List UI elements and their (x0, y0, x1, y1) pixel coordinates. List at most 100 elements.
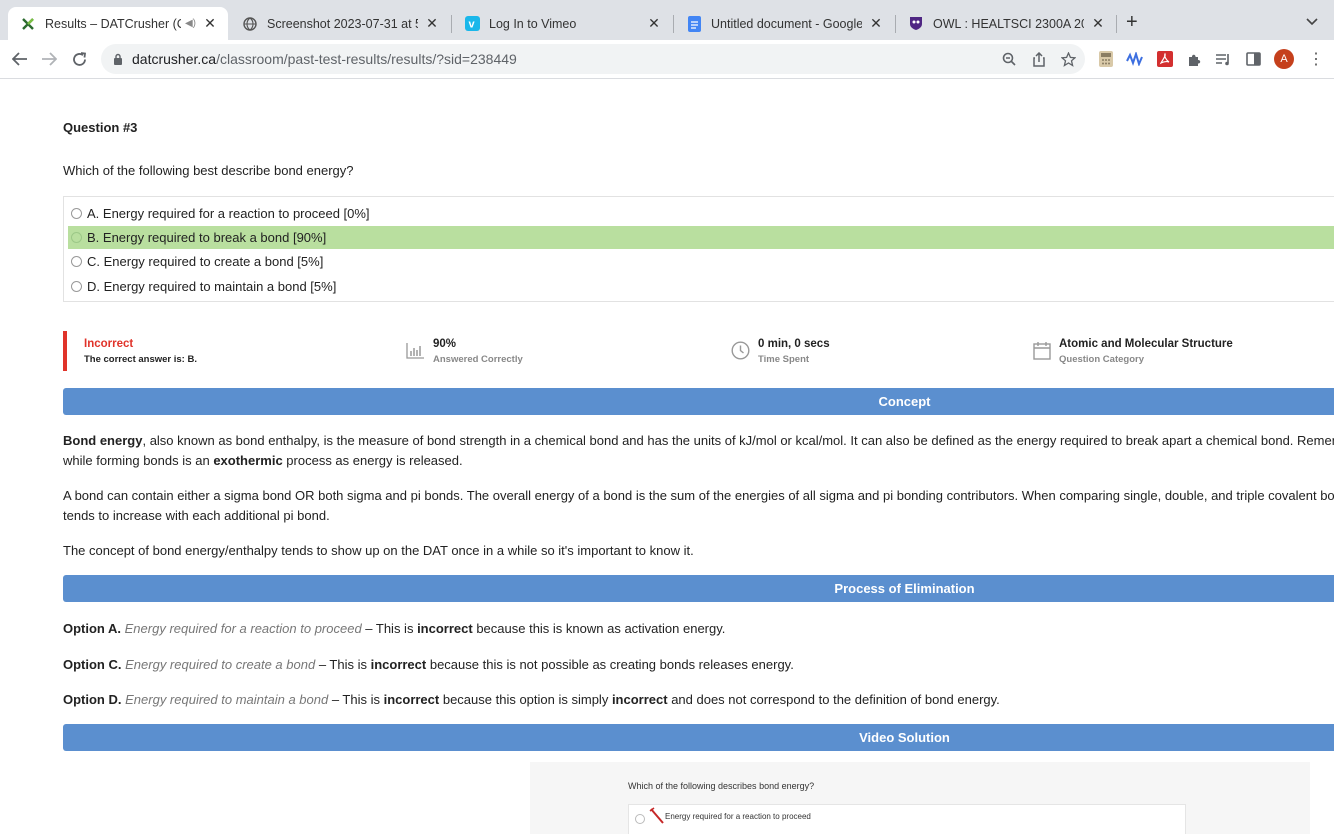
tab-title: Screenshot 2023-07-31 at 5.0 (267, 16, 418, 31)
forward-button[interactable] (39, 49, 59, 69)
option-label: Option D. (63, 692, 122, 707)
answer-label: B. Energy required to break a bond [90%] (87, 230, 327, 245)
elimination-option-c: Option C. Energy required to create a bo… (63, 655, 1334, 675)
concept-text: while forming bonds is an (63, 452, 214, 468)
tab-title: Log In to Vimeo (489, 16, 577, 31)
percent-label: Answered Correctly (433, 354, 523, 365)
radio-button[interactable] (71, 208, 82, 219)
tab-separator (1116, 15, 1117, 33)
option-text: because this option is simply (439, 692, 612, 707)
video-solution-banner: Video Solution (63, 724, 1334, 751)
video-answer-box: Energy required for a reaction to procee… (628, 804, 1186, 834)
globe-icon (242, 16, 258, 32)
clock-icon (731, 341, 750, 365)
page-content: Question #3 Which of the following best … (0, 79, 1334, 834)
close-icon[interactable]: ✕ (424, 15, 440, 32)
correct-answer-text: The correct answer is: B. (84, 354, 197, 365)
owl-icon (908, 16, 924, 32)
browser-toolbar: datcrusher.ca/classroom/past-test-result… (0, 40, 1334, 79)
concept-paragraph-2: A bond can contain either a sigma bond O… (63, 486, 1334, 525)
url-host: datcrusher.ca (132, 51, 217, 67)
category-label: Question Category (1059, 354, 1144, 365)
elimination-banner: Process of Elimination (63, 575, 1334, 602)
red-pen-mark-icon (649, 807, 665, 832)
radio-button[interactable] (71, 256, 82, 267)
answer-option-b[interactable]: B. Energy required to break a bond [90%] (68, 226, 1334, 249)
close-icon[interactable]: ✕ (868, 15, 884, 32)
concept-banner: Concept (63, 388, 1334, 415)
concept-text: , also known as bond enthalpy, is the me… (142, 433, 1334, 448)
elimination-heading: Process of Elimination (834, 581, 975, 596)
option-quote: Energy required for a reaction to procee… (124, 621, 362, 636)
bar-chart-icon (406, 343, 424, 364)
video-heading: Video Solution (859, 730, 950, 745)
back-button[interactable] (10, 49, 30, 69)
datcrusher-icon (20, 16, 36, 32)
option-text: – This is (361, 621, 418, 636)
answer-option-c[interactable]: C. Energy required to create a bond [5%] (68, 250, 1334, 273)
tab-title: Results – DATCrusher (Can (45, 16, 181, 31)
video-radio (635, 814, 645, 824)
concept-text: process as energy is released. (282, 452, 463, 468)
speaker-icon[interactable]: ◀) (185, 18, 196, 29)
pdf-extension-icon[interactable] (1156, 50, 1174, 68)
option-quote: Energy required to create a bond (125, 657, 316, 672)
video-player[interactable]: Which of the following describes bond en… (530, 762, 1310, 834)
chevron-down-icon[interactable] (1306, 15, 1318, 29)
result-status: Incorrect (84, 338, 134, 350)
tab-title: OWL : HEALTSCI 2300A 200 S (933, 16, 1084, 31)
option-text: – This is (315, 657, 371, 672)
radio-button[interactable] (71, 232, 82, 243)
answer-option-d[interactable]: D. Energy required to maintain a bond [5… (68, 275, 1334, 298)
puzzle-extension-icon[interactable] (1185, 50, 1203, 68)
answer-options: A. Energy required for a reaction to pro… (63, 196, 1334, 302)
profile-avatar[interactable]: A (1274, 49, 1294, 69)
side-panel-icon[interactable] (1244, 50, 1262, 68)
answer-label: D. Energy required to maintain a bond [5… (87, 279, 337, 294)
tab-owl[interactable]: OWL : HEALTSCI 2300A 200 S ✕ (896, 7, 1116, 40)
calculator-extension-icon[interactable] (1097, 50, 1115, 68)
wave-extension-icon[interactable] (1126, 50, 1144, 68)
radio-button[interactable] (71, 281, 82, 292)
exothermic-term: exothermic (213, 452, 283, 468)
elimination-option-a: Option A. Energy required for a reaction… (63, 619, 1334, 639)
reload-button[interactable] (69, 49, 89, 69)
incorrect-indicator (63, 331, 67, 371)
url-text: datcrusher.ca/classroom/past-test-result… (132, 51, 517, 67)
url-path: /classroom/past-test-results/results/?si… (216, 51, 517, 67)
incorrect-word: incorrect (417, 621, 473, 636)
close-icon[interactable]: ✕ (1090, 15, 1106, 32)
tab-strip: Results – DATCrusher (Can ◀) ✕ Screensho… (0, 0, 1334, 40)
option-text: and does not correspond to the definitio… (667, 692, 1000, 707)
option-label: Option C. (63, 657, 122, 672)
option-text: because this is known as activation ener… (472, 621, 726, 636)
concept-text: A bond can contain either a sigma bond O… (63, 488, 1334, 503)
option-quote: Energy required to maintain a bond (125, 692, 329, 707)
tab-datcrusher[interactable]: Results – DATCrusher (Can ◀) ✕ (8, 7, 228, 40)
close-icon[interactable]: ✕ (202, 15, 218, 32)
incorrect-word: incorrect (611, 692, 668, 707)
star-icon[interactable] (1059, 50, 1077, 68)
zoom-icon[interactable] (1000, 50, 1018, 68)
question-number: Question #3 (63, 120, 138, 135)
concept-heading: Concept (878, 394, 931, 409)
time-spent: 0 min, 0 secs (758, 338, 830, 350)
tab-vimeo[interactable]: v Log In to Vimeo ✕ (452, 7, 672, 40)
tab-google-docs[interactable]: Untitled document - Google Do ✕ (674, 7, 894, 40)
question-category: Atomic and Molecular Structure (1059, 338, 1233, 350)
svg-text:v: v (468, 19, 475, 31)
reading-list-icon[interactable] (1214, 50, 1232, 68)
close-icon[interactable]: ✕ (646, 15, 662, 32)
answer-label: A. Energy required for a reaction to pro… (87, 206, 370, 221)
address-bar[interactable]: datcrusher.ca/classroom/past-test-result… (101, 44, 1085, 74)
new-tab-button[interactable]: + (1126, 12, 1138, 32)
more-menu-icon[interactable]: ⋮ (1308, 49, 1324, 69)
share-icon[interactable] (1030, 50, 1048, 68)
option-label: Option A. (63, 621, 122, 636)
lock-icon[interactable] (113, 52, 123, 70)
tab-screenshot[interactable]: Screenshot 2023-07-31 at 5.0 ✕ (230, 7, 450, 40)
video-option-text: Energy required for a reaction to procee… (665, 812, 811, 821)
google-docs-icon (686, 15, 702, 32)
option-text: – This is (328, 692, 384, 707)
answer-option-a[interactable]: A. Energy required for a reaction to pro… (68, 202, 1334, 225)
